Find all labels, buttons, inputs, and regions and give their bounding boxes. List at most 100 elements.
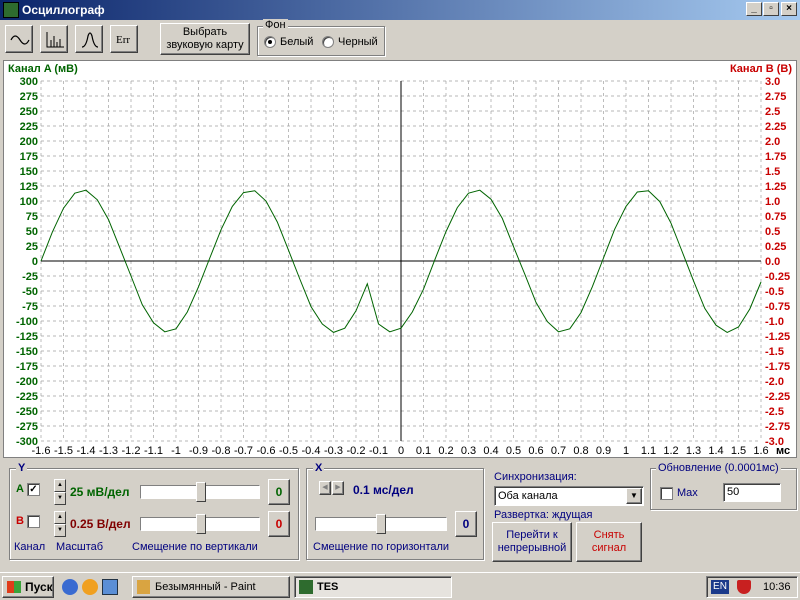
start-button[interactable]: Пуск xyxy=(2,576,54,598)
y-left-tick-label: -25 xyxy=(22,271,38,283)
capture-signal-label-2: сигнал xyxy=(591,542,627,554)
x-tick-label: -0.1 xyxy=(369,445,388,457)
y-right-tick-label: -2.25 xyxy=(765,391,790,403)
shield-icon[interactable] xyxy=(737,580,751,594)
y-right-tick-label: -2.5 xyxy=(765,406,784,418)
x-scale-right-button[interactable]: ▶ xyxy=(332,481,344,495)
system-tray: EN 10:36 xyxy=(706,576,798,598)
go-continuous-button[interactable]: Перейти к непрерывной xyxy=(492,522,572,562)
x-panel: X ◀ ▶ 0.1 мс/дел 0 Смещение по горизонта… xyxy=(306,462,484,560)
offset-b-value[interactable]: 0 xyxy=(268,511,290,537)
y-left-tick-label: 300 xyxy=(20,76,38,88)
offset-a-slider[interactable] xyxy=(140,482,260,502)
y-left-tick-label: 75 xyxy=(26,211,38,223)
y-right-tick-label: 0.75 xyxy=(765,211,786,223)
close-button[interactable]: × xyxy=(781,2,797,16)
scale-a-spinner[interactable]: ▲ ▼ xyxy=(54,479,66,505)
offset-a-value[interactable]: 0 xyxy=(268,479,290,505)
y-left-tick-label: -75 xyxy=(22,301,38,313)
capture-signal-label-1: Снять xyxy=(593,529,625,541)
taskbar-item-paint[interactable]: Безымянный - Paint xyxy=(132,576,290,598)
y-left-tick-label: -225 xyxy=(16,391,38,403)
browser-icon[interactable] xyxy=(62,579,78,595)
taskbar-item-tes[interactable]: TES xyxy=(294,576,452,598)
horizontal-offset-value[interactable]: 0 xyxy=(455,511,477,537)
x-tick-label: 0.9 xyxy=(596,445,611,457)
channel-b-checkbox[interactable] xyxy=(27,515,40,528)
x-unit-label: мс xyxy=(776,445,790,457)
taskbar-item-tes-label: TES xyxy=(317,581,339,593)
refresh-group: Обновление (0.0001мс) Max 50 xyxy=(650,462,797,510)
sync-select[interactable]: Оба канала ▼ xyxy=(494,486,644,506)
clock: 10:36 xyxy=(763,581,791,593)
go-continuous-label-2: непрерывной xyxy=(497,542,567,554)
x-tick-label: -1 xyxy=(171,445,181,457)
x-tick-label: 0.1 xyxy=(416,445,431,457)
channel-a-axis-title: Канал A (мВ) xyxy=(8,63,78,75)
y-left-tick-label: -200 xyxy=(16,376,38,388)
background-group: Фон Белый Черный xyxy=(257,19,385,56)
x-tick-label: -1.2 xyxy=(122,445,141,457)
pulse-mode-button[interactable] xyxy=(75,25,103,53)
x-scale-left-button[interactable]: ◀ xyxy=(319,481,331,495)
scale-a-value: 25 мВ/дел xyxy=(70,485,130,499)
select-soundcard-button[interactable]: Выбрать звуковую карту xyxy=(160,23,250,55)
x-tick-label: -0.6 xyxy=(257,445,276,457)
horizontal-offset-slider[interactable] xyxy=(315,514,447,534)
vertical-offset-label: Смещение по вертикали xyxy=(132,541,258,553)
x-tick-label: 1.4 xyxy=(708,445,723,457)
window-title: Осциллограф xyxy=(22,3,105,17)
windows-logo-icon xyxy=(7,581,21,593)
tes-icon xyxy=(299,580,313,594)
y-right-tick-label: 3.0 xyxy=(765,76,780,88)
y-right-tick-label: 0.0 xyxy=(765,256,780,268)
chevron-down-icon[interactable]: ▼ xyxy=(626,488,642,504)
y-left-tick-label: 225 xyxy=(20,121,38,133)
x-panel-title: X xyxy=(313,462,325,474)
offset-a-thumb[interactable] xyxy=(196,482,206,502)
y-left-tick-label: 0 xyxy=(32,256,38,268)
y-right-tick-label: -1.75 xyxy=(765,361,790,373)
sync-label: Синхронизация: xyxy=(494,471,577,483)
language-indicator[interactable]: EN xyxy=(711,580,729,594)
y-right-tick-label: -0.5 xyxy=(765,286,784,298)
sweep-status: Развертка: ждущая xyxy=(494,509,593,521)
y-left-tick-label: -100 xyxy=(16,316,38,328)
x-tick-label: 0.2 xyxy=(438,445,453,457)
spectrum-mode-button[interactable] xyxy=(40,25,68,53)
y-right-tick-label: 1.75 xyxy=(765,151,786,163)
white-radio[interactable] xyxy=(264,36,276,48)
explorer-icon[interactable] xyxy=(102,579,118,595)
y-left-tick-label: 100 xyxy=(20,196,38,208)
minimize-button[interactable]: _ xyxy=(746,2,762,16)
max-label: Max xyxy=(677,487,698,499)
x-tick-label: -0.4 xyxy=(302,445,321,457)
y-right-tick-label: 2.0 xyxy=(765,136,780,148)
capture-signal-button[interactable]: Снять сигнал xyxy=(576,522,642,562)
y-right-tick-label: 0.25 xyxy=(765,241,786,253)
taskbar-item-paint-label: Безымянный - Paint xyxy=(155,581,256,593)
start-label: Пуск xyxy=(25,580,53,594)
scale-b-spinner[interactable]: ▲ ▼ xyxy=(54,511,66,537)
refresh-interval-input[interactable]: 50 xyxy=(723,483,781,502)
sine-mode-button[interactable] xyxy=(5,25,33,53)
channel-b-label: B xyxy=(16,515,24,527)
media-player-icon[interactable] xyxy=(82,579,98,595)
y-left-tick-label: -50 xyxy=(22,286,38,298)
y-left-tick-label: 200 xyxy=(20,136,38,148)
channel-a-checkbox[interactable]: ✓ xyxy=(27,483,40,496)
error-button[interactable]: Err xyxy=(110,25,138,53)
horizontal-offset-thumb[interactable] xyxy=(376,514,386,534)
maximize-button[interactable]: ▫ xyxy=(763,2,779,16)
y-right-tick-label: -2.0 xyxy=(765,376,784,388)
scale-column-label: Масштаб xyxy=(56,541,104,553)
select-soundcard-label-2: звуковую карту xyxy=(166,39,244,51)
max-checkbox[interactable] xyxy=(660,487,673,500)
refresh-group-title: Обновление (0.0001мс) xyxy=(656,462,781,474)
black-radio[interactable] xyxy=(322,36,334,48)
spectrum-icon xyxy=(46,32,64,48)
offset-b-slider[interactable] xyxy=(140,514,260,534)
offset-b-thumb[interactable] xyxy=(196,514,206,534)
x-tick-label: 0.5 xyxy=(506,445,521,457)
y-right-tick-label: -2.75 xyxy=(765,421,790,433)
